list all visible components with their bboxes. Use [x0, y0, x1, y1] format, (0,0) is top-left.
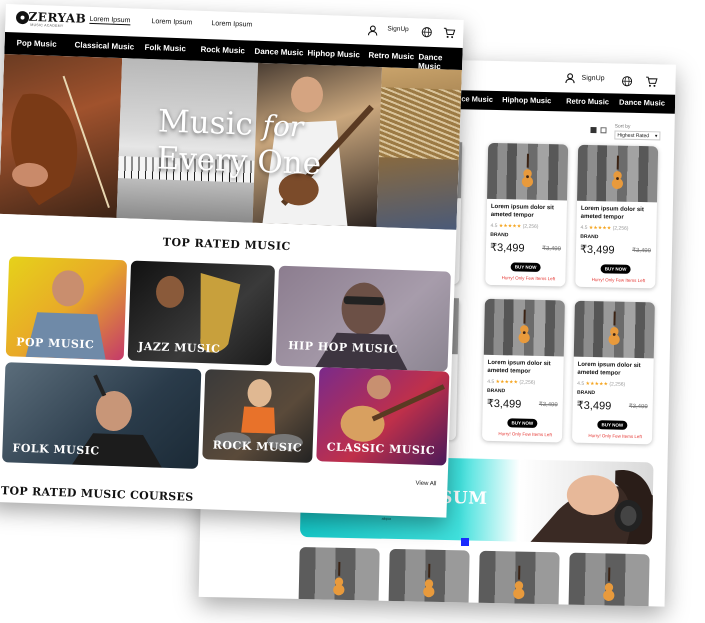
view-all-link[interactable]: View All — [415, 481, 436, 488]
nav-item[interactable]: Retro Music — [566, 96, 609, 106]
product-rating: 4.5 ★★★★★ (2,256) — [580, 224, 629, 232]
section-title: TOP RATED MUSIC — [162, 235, 291, 254]
globe-icon[interactable] — [421, 25, 433, 43]
hero-word: Every — [156, 140, 249, 180]
buy-now-button[interactable]: BUY NOW — [507, 418, 538, 428]
logo-subtitle: MUSIC ACADEMY — [30, 22, 64, 29]
nav-item[interactable]: Hiphop Music — [502, 95, 551, 105]
courses-title: TOP RATED MUSIC COURSES — [0, 484, 194, 504]
product-image — [577, 144, 659, 203]
selection-handle[interactable] — [461, 538, 469, 546]
product-old-price: ₹3,499 — [542, 245, 562, 253]
stock-warning: Hurry! Only Few Items Left — [501, 275, 556, 282]
top-link[interactable]: Lorem Ipsum — [89, 15, 131, 26]
nav-item-dance[interactable]: Dance Music — [254, 47, 303, 58]
product-old-price: ₹3,499 — [632, 247, 652, 255]
nav-item-folk[interactable]: Folk Music — [144, 43, 186, 53]
product-title[interactable]: Lorem ipsum dolor sit ameted tempor — [487, 359, 561, 377]
guitar-image — [518, 309, 530, 344]
cart-icon[interactable] — [443, 25, 456, 43]
guitar-image — [608, 311, 620, 346]
category-card-rock[interactable]: ROCK MUSIC — [202, 369, 316, 463]
product-rating: 4.5 ★★★★★ (2,256) — [577, 380, 626, 388]
user-icon[interactable] — [367, 23, 379, 41]
hero-word: for — [262, 109, 304, 144]
sort-select[interactable]: Highest Rated ▾ — [614, 130, 661, 141]
product-title[interactable]: Lorem ipsum dolor sit ameted tempor — [581, 205, 655, 223]
product-card[interactable]: Lorem ipsum dolor sit ameted tempor 4.5 … — [575, 144, 659, 289]
product-old-price: ₹3,499 — [538, 401, 558, 409]
nav-item-retro[interactable]: Retro Music — [368, 51, 414, 62]
globe-icon[interactable] — [621, 74, 633, 92]
stock-warning: Hurry! Only Few Items Left — [498, 431, 552, 438]
top-link[interactable]: Lorem Ipsum — [211, 20, 252, 28]
product-title[interactable]: Lorem ipsum dolor sit ameted tempor — [577, 361, 651, 379]
user-icon[interactable] — [564, 72, 575, 86]
guitar-image — [521, 153, 534, 188]
nav-item-pop[interactable]: Pop Music — [16, 38, 56, 48]
product-price: ₹3,499 — [486, 397, 522, 411]
violin-photo — [0, 53, 123, 218]
nav-item-classical[interactable]: Classical Music — [74, 40, 134, 51]
instrument-photo — [376, 67, 462, 230]
signup-link[interactable]: SignUp — [582, 75, 605, 82]
product-price: ₹3,499 — [489, 241, 525, 255]
chevron-down-icon: ▾ — [654, 133, 658, 140]
nav-item-hiphop[interactable]: Hiphop Music — [307, 49, 360, 60]
nav-item[interactable]: Dance Music — [619, 98, 665, 108]
product-brand: BRAND — [486, 387, 506, 395]
stock-warning: Hurry! Only Few Items Left — [588, 433, 642, 440]
category-card-classic[interactable]: CLASSIC MUSIC — [316, 367, 450, 466]
product-rating: 4.5 ★★★★★ (2,256) — [487, 378, 536, 386]
product-card[interactable]: Lorem ipsum dolor sit ameted tempor 4.5 … — [481, 298, 565, 443]
category-card-hiphop[interactable]: HIP HOP MUSIC — [275, 265, 451, 372]
nav-item-rock[interactable]: Rock Music — [200, 45, 245, 56]
stock-warning: Hurry! Only Few Items Left — [591, 277, 646, 284]
sort-label: Sort by — [614, 123, 631, 130]
product-thumb[interactable] — [568, 552, 650, 607]
cart-icon[interactable] — [645, 74, 658, 92]
hero-banner: Music for Every One — [0, 53, 462, 230]
product-image — [573, 300, 655, 359]
category-card-folk[interactable]: FOLK MUSIC — [2, 362, 202, 469]
product-brand: BRAND — [490, 231, 509, 239]
signup-link[interactable]: SignUp — [387, 25, 409, 33]
category-card-jazz[interactable]: JAZZ MUSIC — [127, 260, 276, 366]
product-thumb[interactable] — [388, 548, 470, 607]
product-old-price: ₹3,499 — [628, 403, 648, 411]
hero-word: Music — [157, 103, 254, 143]
product-price: ₹3,499 — [579, 243, 615, 257]
buy-now-button[interactable]: BUY NOW — [600, 264, 631, 274]
list-view-icon[interactable] — [600, 127, 607, 134]
hero-title: Music for Every One — [156, 103, 323, 182]
buy-now-button[interactable]: BUY NOW — [510, 262, 541, 272]
buy-now-button[interactable]: BUY NOW — [597, 420, 628, 430]
product-brand: BRAND — [580, 233, 599, 241]
product-thumb[interactable] — [478, 550, 560, 607]
guitar-image — [611, 155, 623, 190]
music-home-page: ZERYAB MUSIC ACADEMY Lorem Ipsum Lorem I… — [0, 4, 464, 518]
product-rating: 4.5 ★★★★★ (2,256) — [490, 222, 539, 230]
product-image — [487, 142, 569, 201]
product-image — [483, 298, 565, 357]
product-card[interactable]: Lorem ipsum dolor sit ameted tempor 4.5 … — [485, 142, 569, 287]
product-card[interactable]: Lorem ipsum dolor sit ameted tempor 4.5 … — [571, 300, 655, 445]
woman-headphones-image — [523, 455, 654, 545]
product-price: ₹3,499 — [576, 399, 612, 413]
product-thumb[interactable] — [298, 546, 380, 607]
product-title[interactable]: Lorem ipsum dolor sit ameted tempor — [491, 203, 565, 221]
hero-word: One — [256, 143, 322, 183]
product-brand: BRAND — [576, 389, 596, 397]
top-link[interactable]: Lorem Ipsum — [151, 18, 192, 26]
sort-value: Highest Rated — [617, 132, 650, 140]
category-label: POP MUSIC — [15, 335, 95, 352]
grid-view-icon[interactable] — [590, 126, 597, 134]
category-card-pop[interactable]: POP MUSIC — [5, 256, 128, 361]
